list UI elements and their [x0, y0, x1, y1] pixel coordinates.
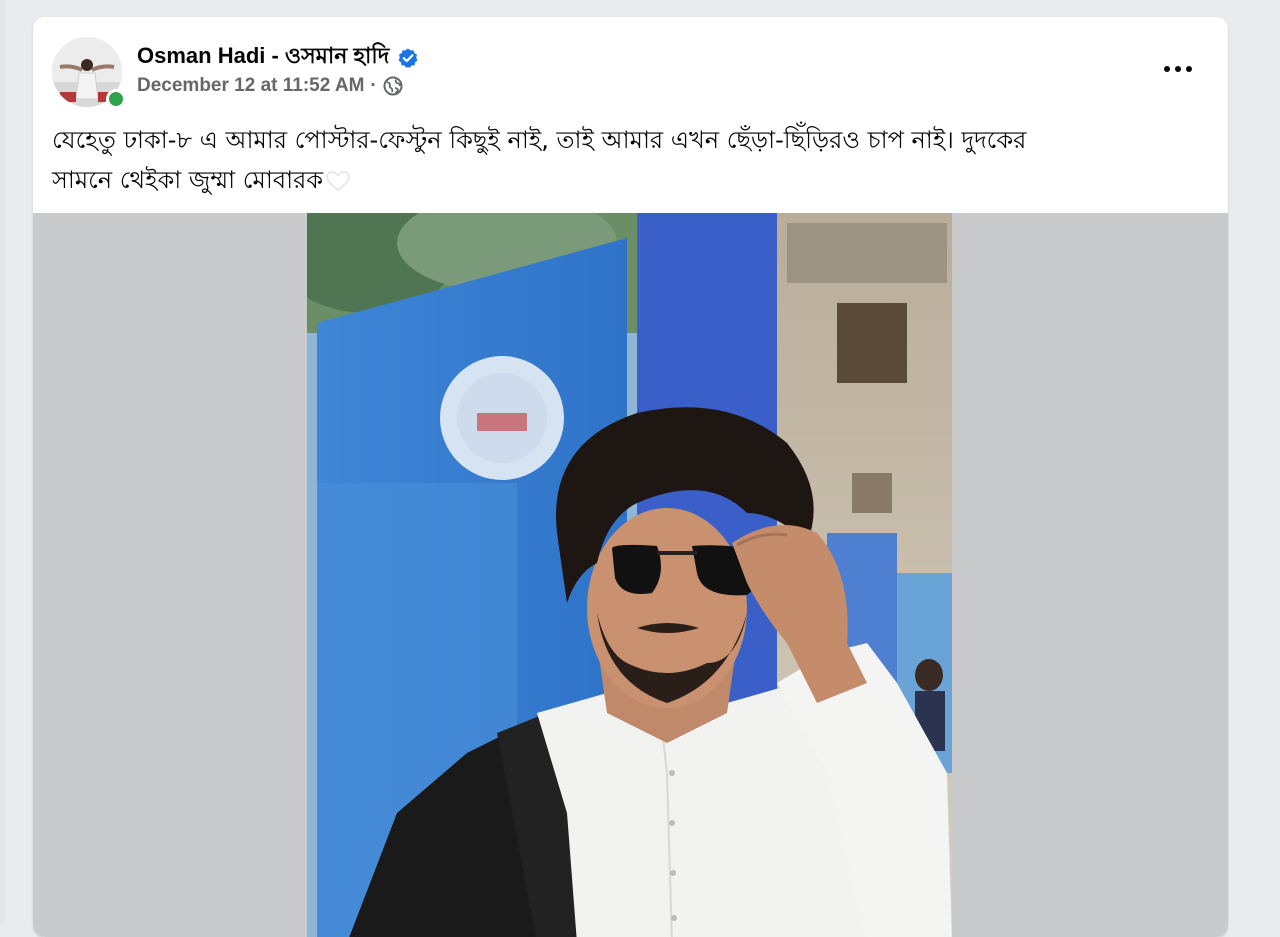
author-name[interactable]: Osman Hadi - ওসমান হাদি — [137, 39, 389, 76]
meta-separator: · — [370, 75, 377, 96]
globe-icon[interactable] — [383, 76, 403, 96]
more-options-icon — [1164, 66, 1192, 72]
post-text-line-2-content: সামনে থেইকা জুম্মা মোবারক — [52, 166, 324, 194]
post-card: Osman Hadi - ওসমান হাদি December 12 at 1… — [33, 17, 1228, 937]
online-status-indicator — [106, 89, 126, 109]
page-edge — [0, 0, 6, 925]
post-meta: December 12 at 11:52 AM · — [137, 75, 403, 97]
post-text: যেহেতু ঢাকা-৮ এ আমার পোস্টার-ফেস্টুন কিছ… — [52, 120, 1212, 200]
post-timestamp[interactable]: December 12 at 11:52 AM — [137, 75, 364, 97]
verified-badge-icon — [398, 48, 418, 68]
post-text-line-2: সামনে থেইকা জুম্মা মোবারক — [52, 160, 1212, 200]
photo-image — [307, 213, 952, 937]
white-heart-icon — [326, 171, 350, 192]
post-text-line-1: যেহেতু ঢাকা-৮ এ আমার পোস্টার-ফেস্টুন কিছ… — [52, 126, 1027, 154]
more-options-button[interactable] — [1158, 57, 1198, 81]
post-photo[interactable] — [307, 213, 952, 937]
author-row: Osman Hadi - ওসমান হাদি — [137, 39, 419, 76]
post-media-area — [33, 213, 1228, 937]
post-header: Osman Hadi - ওসমান হাদি December 12 at 1… — [33, 17, 1228, 117]
